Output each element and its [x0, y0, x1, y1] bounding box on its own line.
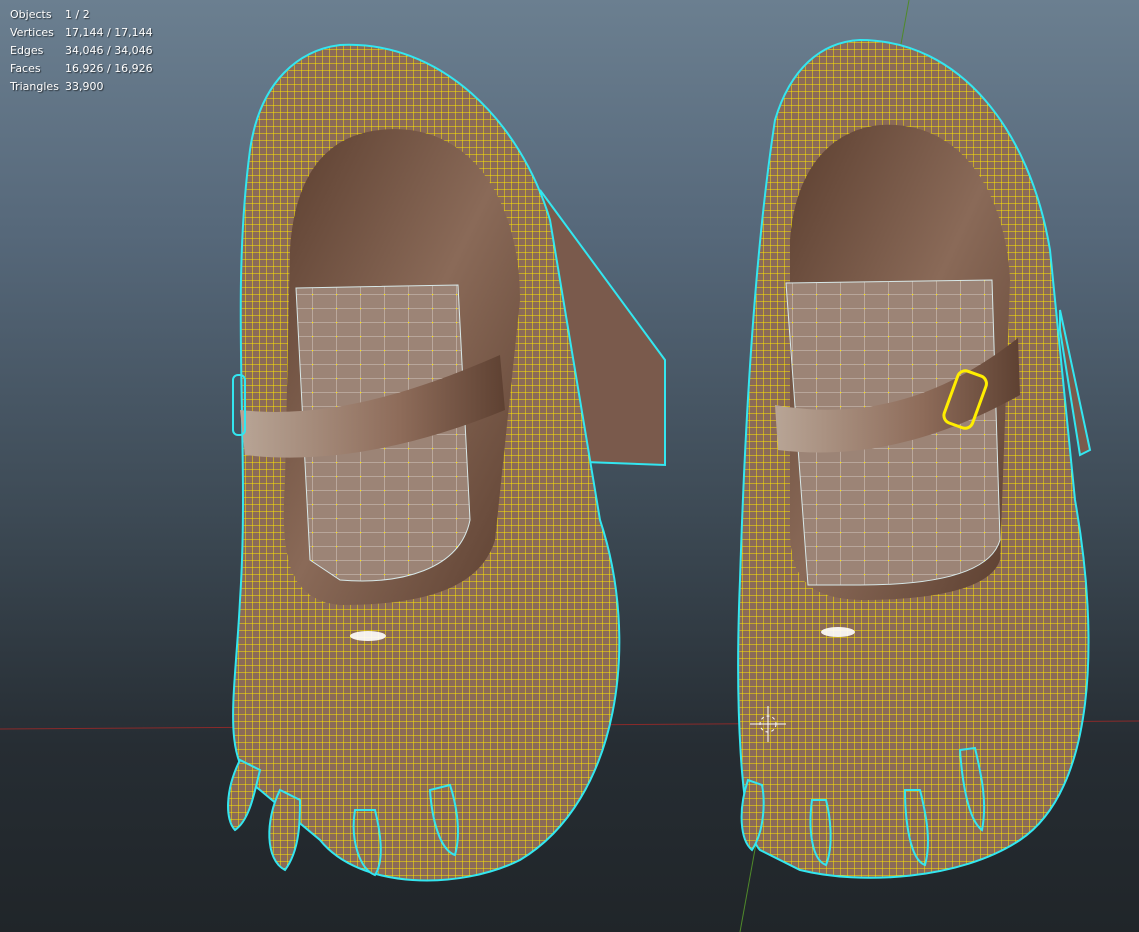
stat-faces: Faces 16,926 / 16,926 [10, 60, 153, 78]
stat-vertices: Vertices 17,144 / 17,144 [10, 24, 153, 42]
stat-label: Objects [10, 8, 52, 21]
left-shoe[interactable] [227, 43, 666, 882]
stat-label: Edges [10, 44, 44, 57]
stat-triangles: Triangles 33,900 [10, 78, 153, 96]
stat-value: 34,046 / 34,046 [65, 44, 153, 57]
stat-edges: Edges 34,046 / 34,046 [10, 42, 153, 60]
stat-objects: Objects 1 / 2 [10, 6, 153, 24]
3d-viewport[interactable] [0, 0, 1139, 932]
stat-value: 33,900 [65, 80, 104, 93]
stat-label: Vertices [10, 26, 54, 39]
stat-value: 16,926 / 16,926 [65, 62, 153, 75]
stat-label: Faces [10, 62, 41, 75]
scene-statistics-overlay: Objects 1 / 2 Vertices 17,144 / 17,144 Edg… [10, 6, 153, 96]
stat-label: Triangles [10, 80, 59, 93]
right-shoe[interactable] [737, 38, 1092, 879]
stat-value: 1 / 2 [65, 8, 90, 21]
stat-value: 17,144 / 17,144 [65, 26, 153, 39]
